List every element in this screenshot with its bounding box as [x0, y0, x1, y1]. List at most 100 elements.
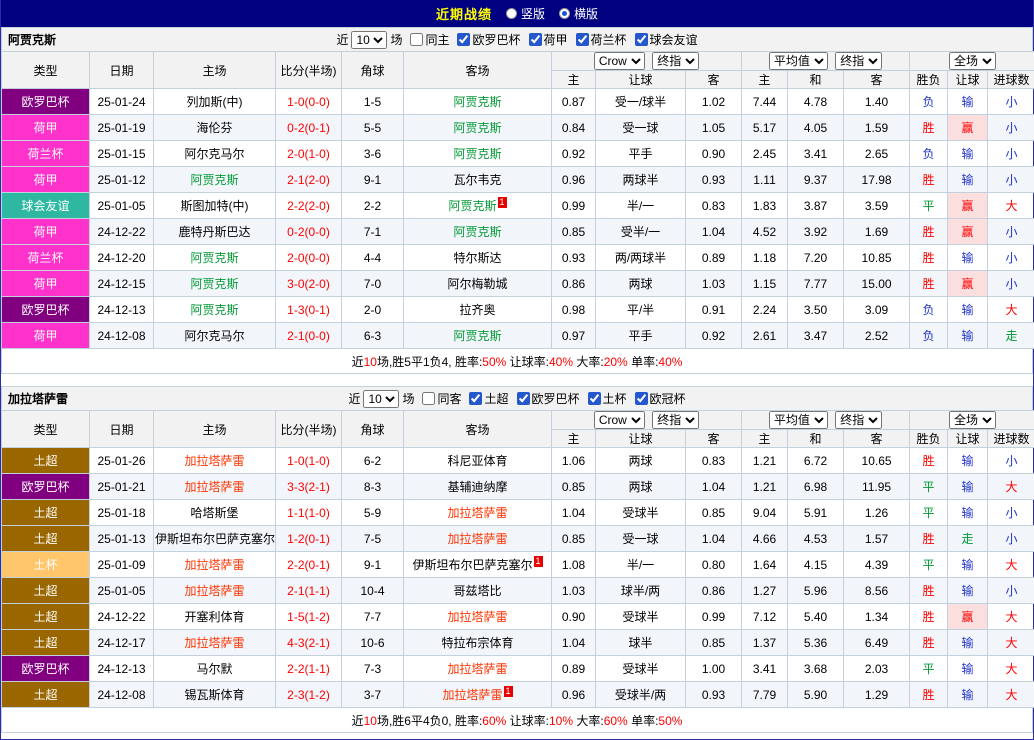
asian-home-odds: 1.03 [552, 578, 596, 604]
asian-home-odds: 0.98 [552, 297, 596, 323]
red-card-badge: 1 [534, 556, 543, 567]
team-name-link[interactable]: 开塞利体育 [184, 610, 244, 624]
same-away-checkbox[interactable] [422, 392, 435, 405]
match-date: 25-01-05 [90, 578, 154, 604]
radio-vertical-layout[interactable]: 竖版 [506, 5, 545, 22]
team-name-link[interactable]: 阿贾克斯 [453, 225, 501, 239]
odds-time-select[interactable]: 终指 [652, 52, 699, 70]
league-checkbox[interactable] [635, 33, 648, 46]
league-badge: 荷甲 [2, 167, 90, 193]
team-name-link[interactable]: 基辅迪纳摩 [447, 480, 507, 494]
league-badge: 荷甲 [2, 271, 90, 297]
team-name-link[interactable]: 阿贾克斯 [190, 251, 238, 265]
team-name-link[interactable]: 加拉塔萨雷 [447, 532, 507, 546]
team-name-link[interactable]: 哥兹塔比 [453, 584, 501, 598]
radio-horizontal-layout[interactable]: 横版 [559, 5, 598, 22]
bookmaker-select[interactable]: Crow [594, 52, 645, 70]
team-name-link[interactable]: 斯图加特(中) [181, 199, 249, 213]
euro-home-odds: 1.21 [742, 448, 788, 474]
filter-checkbox-league[interactable]: 荷甲 [529, 31, 568, 48]
team-name-link[interactable]: 列加斯(中) [187, 95, 243, 109]
filter-checkbox-league[interactable]: 欧罗巴杯 [457, 31, 520, 48]
euro-away-odds: 4.39 [844, 552, 910, 578]
team-name-link[interactable]: 加拉塔萨雷 [184, 480, 244, 494]
filter-checkbox-league[interactable]: 土杯 [588, 390, 627, 407]
recent-count-select[interactable]: 10 [363, 390, 399, 408]
filter-checkbox-league[interactable]: 土超 [469, 390, 508, 407]
team-name-link[interactable]: 加拉塔萨雷 [442, 688, 502, 702]
filter-checkbox-league[interactable]: 欧冠杯 [635, 390, 686, 407]
sub-col-result-goals: 进球数 [988, 71, 1034, 89]
team-name-link[interactable]: 哈塔斯堡 [190, 506, 238, 520]
halftime-score: (1-0) [305, 506, 330, 520]
league-badge: 欧罗巴杯 [2, 474, 90, 500]
home-team-cell: 加拉塔萨雷 [154, 474, 276, 500]
team-name-link[interactable]: 阿尔梅勒城 [447, 277, 507, 291]
team-name-link[interactable]: 海伦芬 [196, 121, 232, 135]
team-name-link[interactable]: 鹿特丹斯巴达 [178, 225, 250, 239]
asian-away-odds: 0.83 [686, 193, 742, 219]
filter-checkbox-league[interactable]: 欧罗巴杯 [517, 390, 580, 407]
team-name-link[interactable]: 加拉塔萨雷 [184, 636, 244, 650]
league-checkbox[interactable] [457, 33, 470, 46]
odds-time-select[interactable]: 终指 [835, 411, 882, 429]
team-name-link[interactable]: 阿贾克斯 [190, 173, 238, 187]
team-name-link[interactable]: 加拉塔萨雷 [184, 584, 244, 598]
league-checkbox[interactable] [469, 392, 482, 405]
sub-col-euro-draw: 和 [788, 71, 844, 89]
filter-checkbox-league[interactable]: 球会友谊 [635, 31, 698, 48]
team-name-link[interactable]: 阿贾克斯 [453, 95, 501, 109]
result-goals: 大 [988, 682, 1034, 708]
league-checkbox[interactable] [529, 33, 542, 46]
filter-checkbox-same-away[interactable]: 同客 [422, 390, 461, 407]
team-name-link[interactable]: 加拉塔萨雷 [447, 610, 507, 624]
euro-draw-odds: 3.47 [788, 323, 844, 349]
average-select[interactable]: 平均值 [769, 52, 828, 70]
filter-checkbox-same-home[interactable]: 同主 [410, 31, 449, 48]
team-name-link[interactable]: 马尔默 [196, 662, 232, 676]
team-name-link[interactable]: 科尼亚体育 [447, 454, 507, 468]
fulltime-score: 2-3 [287, 688, 304, 702]
team-name-link[interactable]: 阿贾克斯 [190, 277, 238, 291]
fulltime-select[interactable]: 全场 [949, 52, 996, 70]
recent-count-select[interactable]: 10 [351, 31, 387, 49]
league-checkbox[interactable] [635, 392, 648, 405]
team-name-link[interactable]: 阿贾克斯 [453, 329, 501, 343]
bookmaker-select[interactable]: Crow [594, 411, 645, 429]
team-name-link[interactable]: 阿贾克斯 [190, 303, 238, 317]
odds-time-select[interactable]: 终指 [652, 411, 699, 429]
team-name-link[interactable]: 阿贾克斯 [453, 147, 501, 161]
team-name-link[interactable]: 伊斯坦布尔巴萨克塞尔 [155, 532, 275, 546]
result-goals: 小 [988, 115, 1034, 141]
team-name-link[interactable]: 加拉塔萨雷 [184, 558, 244, 572]
team-name-link[interactable]: 阿尔克马尔 [184, 329, 244, 343]
team-name-link[interactable]: 加拉塔萨雷 [184, 454, 244, 468]
odds-time-select[interactable]: 终指 [835, 52, 882, 70]
league-checkbox[interactable] [576, 33, 589, 46]
team-name-link[interactable]: 伊斯坦布尔巴萨克塞尔 [412, 558, 532, 572]
league-checkbox[interactable] [588, 392, 601, 405]
score-cell: 2-2(0-1) [276, 552, 342, 578]
team-name-link[interactable]: 特拉布宗体育 [441, 636, 513, 650]
team-name-link[interactable]: 阿贾克斯 [448, 199, 496, 213]
away-team-cell: 阿贾克斯 [404, 89, 552, 115]
filter-checkbox-league[interactable]: 荷兰杯 [576, 31, 627, 48]
league-badge: 荷甲 [2, 219, 90, 245]
team-name-link[interactable]: 阿贾克斯 [453, 121, 501, 135]
team-name-link[interactable]: 阿尔克马尔 [184, 147, 244, 161]
result-wdl: 平 [910, 500, 948, 526]
same-home-checkbox[interactable] [410, 33, 423, 46]
team-name-link[interactable]: 加拉塔萨雷 [447, 506, 507, 520]
corner-cell: 3-7 [342, 682, 404, 708]
team-name-link[interactable]: 拉齐奥 [459, 303, 495, 317]
average-select[interactable]: 平均值 [769, 411, 828, 429]
fulltime-select[interactable]: 全场 [949, 411, 996, 429]
team-name-link[interactable]: 瓦尔韦克 [453, 173, 501, 187]
team-name-link[interactable]: 特尔斯达 [453, 251, 501, 265]
fulltime-score: 3-3 [287, 480, 304, 494]
team-name-link[interactable]: 加拉塔萨雷 [447, 662, 507, 676]
sub-col-euro-away: 客 [844, 430, 910, 448]
corner-cell: 6-2 [342, 448, 404, 474]
team-name-link[interactable]: 锡瓦斯体育 [184, 688, 244, 702]
league-checkbox[interactable] [517, 392, 530, 405]
